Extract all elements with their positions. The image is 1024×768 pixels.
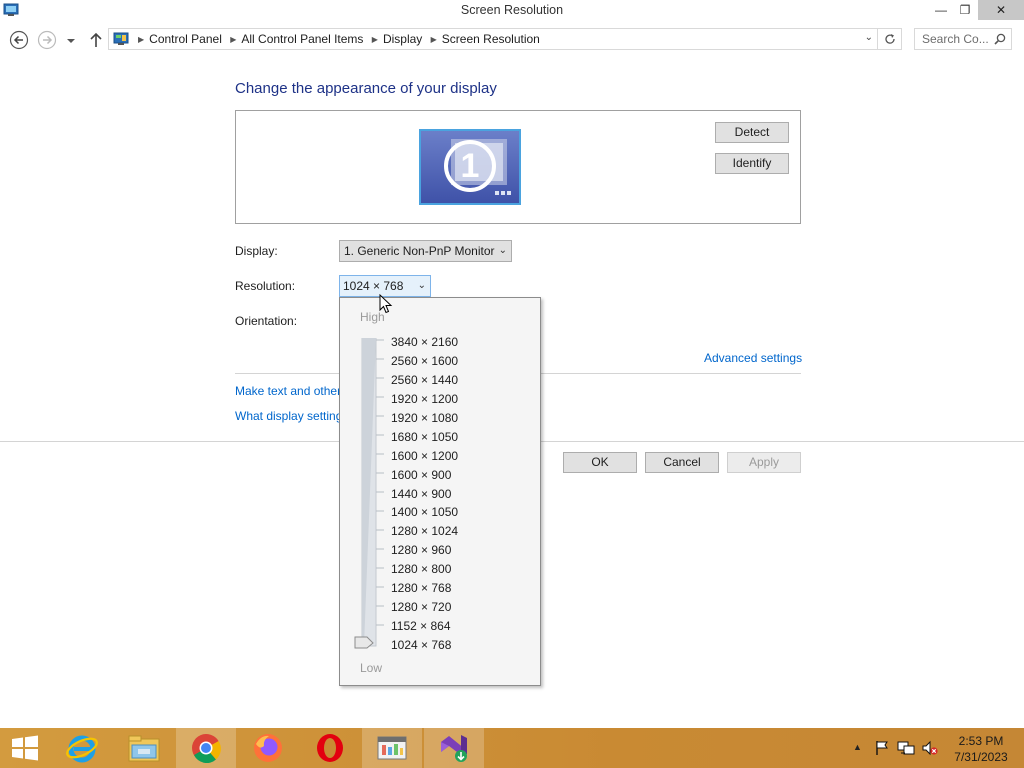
- address-bar[interactable]: ▶ Control Panel ▶ All Control Panel Items …: [108, 28, 878, 50]
- forward-icon[interactable]: [37, 30, 57, 50]
- chevron-down-icon: ⌄: [498, 245, 507, 256]
- clock-date: 7/31/2023: [954, 750, 1008, 764]
- advanced-settings-link[interactable]: Advanced settings: [704, 351, 802, 365]
- resolution-option[interactable]: 1600 × 900: [391, 466, 458, 485]
- refresh-icon: [884, 34, 895, 44]
- refresh-button[interactable]: [878, 28, 902, 50]
- monitor-arrangement-panel: 1 Detect Identify: [235, 110, 801, 224]
- taskbar-internet-explorer[interactable]: [52, 728, 112, 768]
- firefox-icon: [254, 734, 282, 762]
- breadcrumb-separator-icon[interactable]: ▶: [431, 35, 437, 44]
- ok-button[interactable]: OK: [563, 452, 637, 473]
- breadcrumb-control-panel[interactable]: Control Panel: [149, 32, 222, 46]
- breadcrumb-separator-icon[interactable]: ▶: [372, 35, 378, 44]
- taskbar-visual-studio-installer[interactable]: [424, 728, 484, 768]
- cancel-button[interactable]: Cancel: [645, 452, 719, 473]
- breadcrumb-display[interactable]: Display: [383, 32, 422, 46]
- display-select-value: 1. Generic Non-PnP Monitor: [344, 244, 495, 258]
- start-button[interactable]: [0, 728, 50, 768]
- resolution-option[interactable]: 1152 × 864: [391, 617, 458, 636]
- taskbar: ▲ 2:53 PM 7/31/2023: [0, 728, 1024, 768]
- orientation-label: Orientation:: [235, 314, 298, 328]
- search-icon[interactable]: [994, 33, 1006, 45]
- system-tray: ▲: [850, 728, 950, 768]
- restore-button[interactable]: ❐: [952, 0, 978, 20]
- resolution-option[interactable]: 1600 × 1200: [391, 447, 458, 466]
- resolution-option[interactable]: 1024 × 768: [391, 636, 458, 655]
- taskbar-file-explorer[interactable]: [114, 728, 174, 768]
- volume-muted-icon[interactable]: [921, 740, 939, 756]
- resolution-option[interactable]: 2560 × 1600: [391, 352, 458, 371]
- up-arrow-icon[interactable]: [86, 30, 106, 50]
- search-input[interactable]: [915, 29, 991, 49]
- recent-locations-icon[interactable]: [64, 30, 78, 50]
- text-size-link[interactable]: Make text and other: [235, 384, 341, 398]
- resolution-option[interactable]: 1400 × 1050: [391, 503, 458, 522]
- page-title: Change the appearance of your display: [235, 80, 497, 97]
- chevron-down-icon: ⌄: [417, 280, 426, 291]
- resolution-select-value: 1024 × 768: [343, 279, 404, 293]
- taskbar-clock[interactable]: 2:53 PM 7/31/2023: [948, 733, 1014, 765]
- resolution-dropdown: High 3840 × 2160 2560 × 1600 2560 × 1440 19…: [339, 297, 541, 686]
- monitor-1-tile[interactable]: 1: [419, 129, 521, 205]
- display-settings-help-link[interactable]: What display setting: [235, 409, 342, 423]
- address-dropdown-icon[interactable]: ⌄: [865, 32, 873, 43]
- windows-logo-icon: [12, 735, 38, 761]
- identify-button[interactable]: Identify: [715, 153, 789, 174]
- close-button[interactable]: ✕: [978, 0, 1024, 20]
- chrome-icon: [192, 734, 221, 764]
- resolution-options: 3840 × 2160 2560 × 1600 2560 × 1440 1920 × …: [391, 333, 458, 655]
- network-icon[interactable]: [897, 740, 915, 756]
- mouse-cursor-icon: [379, 294, 393, 314]
- resolution-option[interactable]: 2560 × 1440: [391, 371, 458, 390]
- opera-icon: [317, 734, 343, 762]
- action-center-flag-icon[interactable]: [874, 740, 890, 756]
- window-title: Screen Resolution: [460, 3, 564, 17]
- title-bar: Screen Resolution — ❐ ✕: [0, 0, 1024, 22]
- resolution-option[interactable]: 1280 × 720: [391, 598, 458, 617]
- breadcrumb-separator-icon[interactable]: ▶: [138, 35, 144, 44]
- minimize-button[interactable]: —: [928, 0, 954, 20]
- monitor-number: 1: [460, 147, 480, 185]
- resolution-option[interactable]: 1680 × 1050: [391, 428, 458, 447]
- display-select[interactable]: 1. Generic Non-PnP Monitor ⌄: [339, 240, 512, 262]
- resolution-option[interactable]: 1920 × 1080: [391, 409, 458, 428]
- apply-button[interactable]: Apply: [727, 452, 801, 473]
- breadcrumb: ▶ Control Panel ▶ All Control Panel Items …: [133, 32, 540, 46]
- low-label: Low: [360, 661, 383, 675]
- breadcrumb-screen-resolution[interactable]: Screen Resolution: [442, 32, 540, 46]
- taskbar-firefox[interactable]: [238, 728, 298, 768]
- display-label: Display:: [235, 244, 278, 258]
- clock-time: 2:53 PM: [958, 734, 1004, 748]
- detect-button[interactable]: Detect: [715, 122, 789, 143]
- resolution-option[interactable]: 1280 × 800: [391, 560, 458, 579]
- back-icon[interactable]: [9, 30, 29, 50]
- resolution-option[interactable]: 1280 × 960: [391, 541, 458, 560]
- resolution-label: Resolution:: [235, 279, 296, 293]
- visual-studio-installer-icon: [441, 735, 467, 762]
- internet-explorer-icon: [66, 735, 98, 763]
- control-panel-icon: [113, 32, 129, 45]
- taskbar-opera[interactable]: [300, 728, 360, 768]
- resolution-slider[interactable]: [354, 338, 390, 650]
- control-panel-icon: [377, 736, 407, 760]
- taskbar-chrome[interactable]: [176, 728, 236, 768]
- breadcrumb-all-items[interactable]: All Control Panel Items: [241, 32, 363, 46]
- show-hidden-icons-icon[interactable]: ▲: [853, 742, 862, 752]
- resolution-option[interactable]: 1920 × 1200: [391, 390, 458, 409]
- file-explorer-icon: [128, 735, 160, 762]
- resolution-option[interactable]: 1440 × 900: [391, 485, 458, 504]
- navigation-bar: ▶ Control Panel ▶ All Control Panel Items …: [0, 22, 1024, 58]
- resolution-option[interactable]: 1280 × 768: [391, 579, 458, 598]
- resolution-option[interactable]: 3840 × 2160: [391, 333, 458, 352]
- search-box[interactable]: [914, 28, 1012, 50]
- resolution-option[interactable]: 1280 × 1024: [391, 522, 458, 541]
- taskbar-control-panel[interactable]: [362, 728, 422, 768]
- breadcrumb-separator-icon[interactable]: ▶: [230, 35, 236, 44]
